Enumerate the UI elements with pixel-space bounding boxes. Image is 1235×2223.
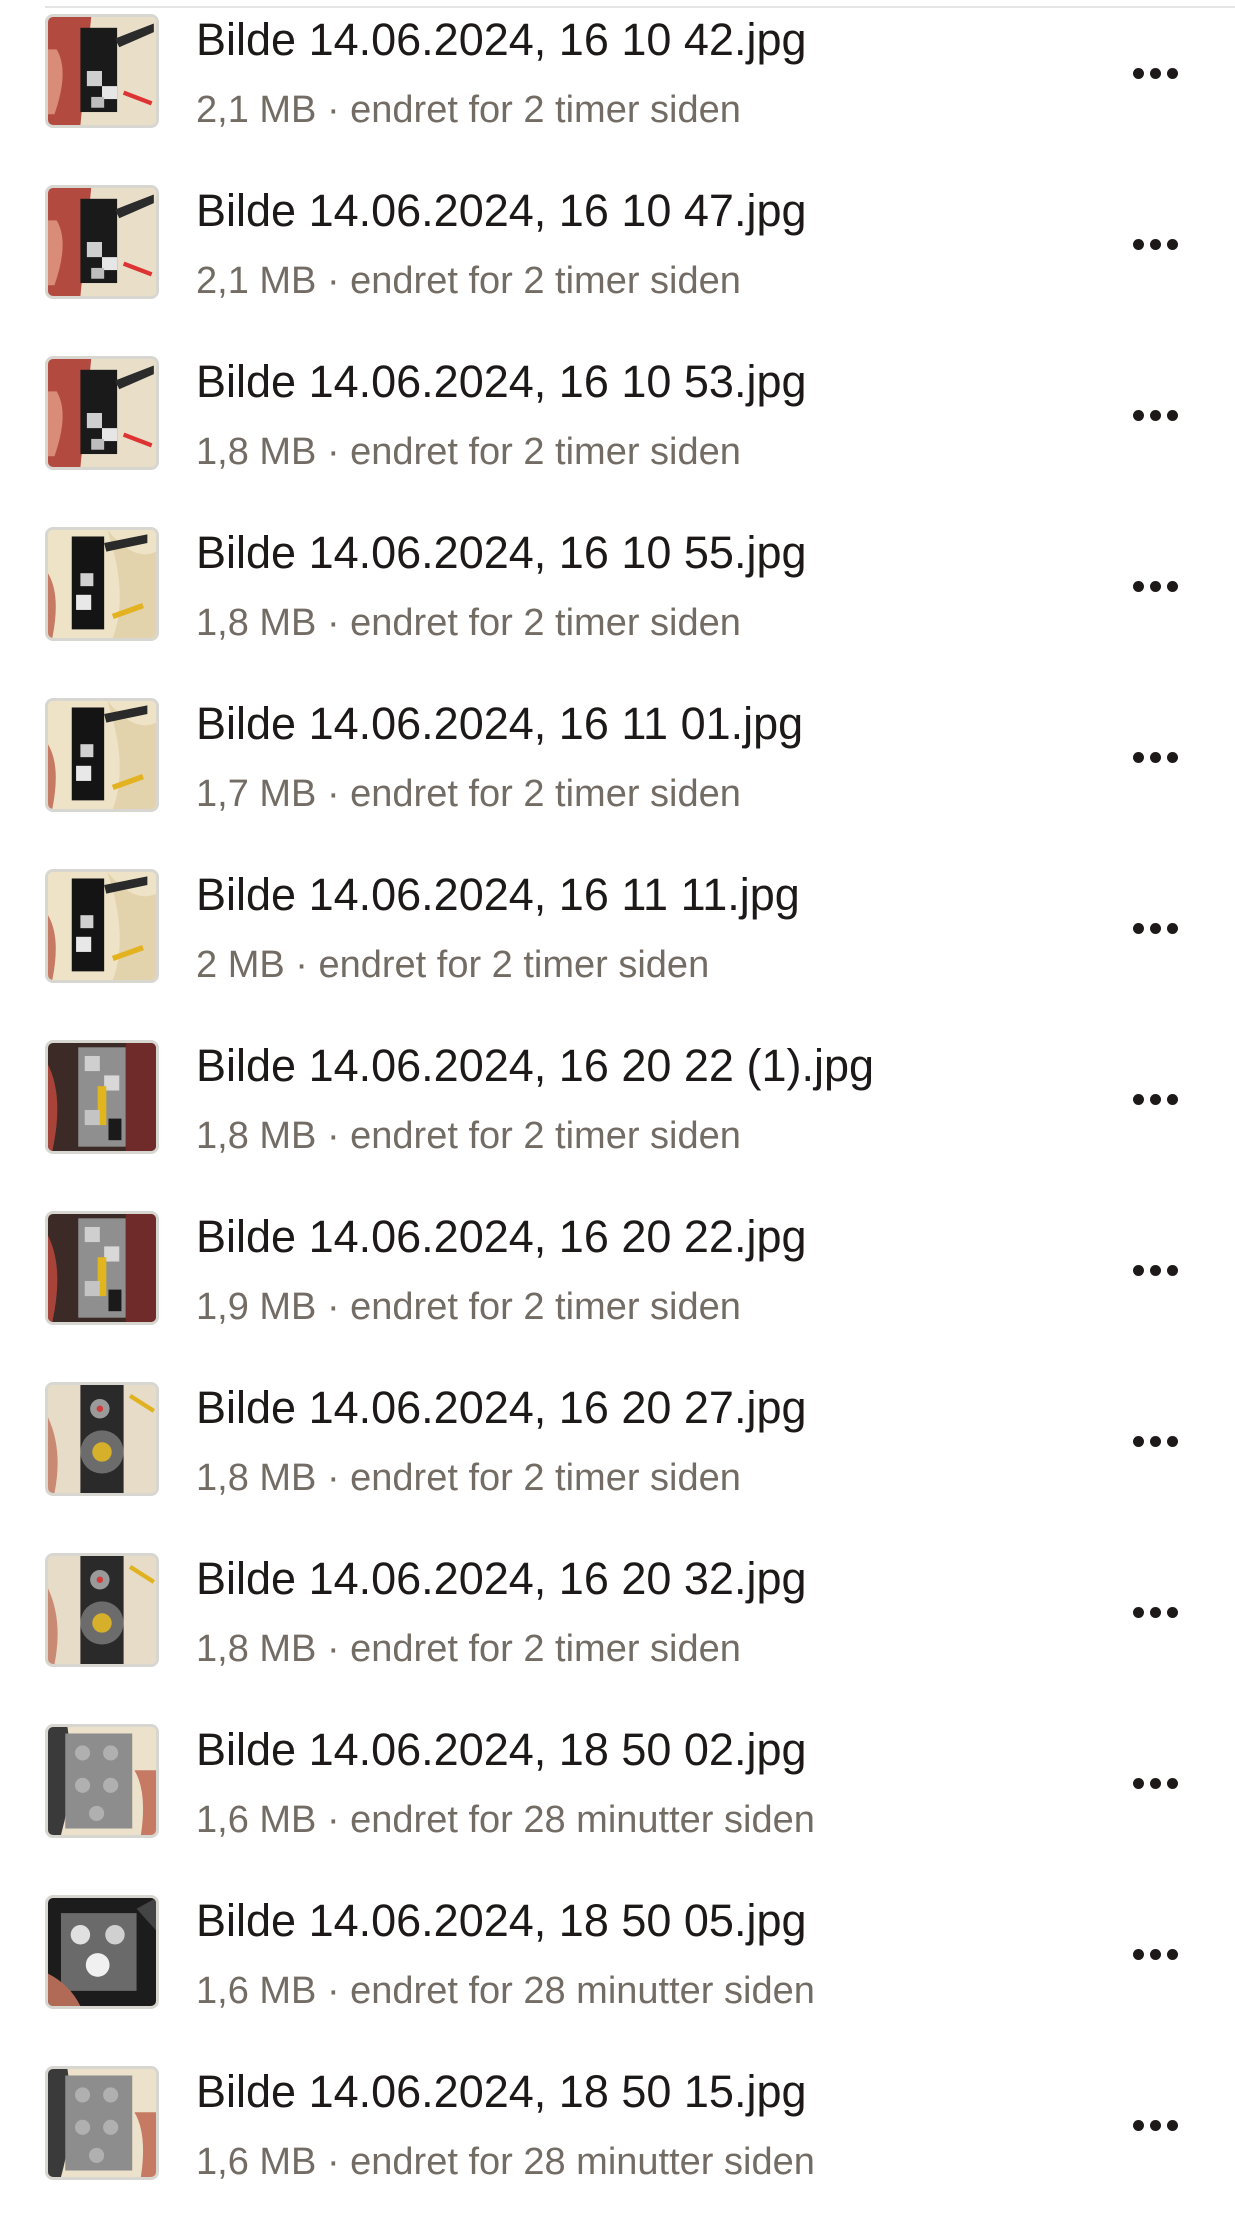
file-meta: 1,6 MB · endret for 28 minutter siden [196,1970,815,2012]
file-meta: 1,8 MB · endret for 2 timer siden [196,1457,741,1499]
file-name[interactable]: Bilde 14.06.2024, 16 20 22.jpg [196,1209,807,1265]
file-thumbnail[interactable] [45,14,159,128]
file-name[interactable]: Bilde 14.06.2024, 16 10 47.jpg [196,183,807,239]
file-row[interactable]: Bilde 14.06.2024, 16 10 53.jpg 1,8 MB · e… [0,342,1235,513]
file-row[interactable]: Bilde 14.06.2024, 16 10 42.jpg 2,1 MB · e… [0,0,1235,171]
more-options-button[interactable] [1115,211,1195,277]
file-row[interactable]: Bilde 14.06.2024, 18 50 02.jpg 1,6 MB · e… [0,1710,1235,1881]
more-options-button[interactable] [1115,895,1195,961]
more-horizontal-icon [1132,1435,1178,1447]
file-thumbnail[interactable] [45,1211,159,1325]
more-options-button[interactable] [1115,1921,1195,1987]
more-horizontal-icon [1132,922,1178,934]
file-name[interactable]: Bilde 14.06.2024, 18 50 02.jpg [196,1722,807,1778]
file-thumbnail[interactable] [45,1895,159,2009]
more-options-button[interactable] [1115,382,1195,448]
file-row[interactable]: Bilde 14.06.2024, 16 20 32.jpg 1,8 MB · e… [0,1539,1235,1710]
file-name[interactable]: Bilde 14.06.2024, 16 10 42.jpg [196,12,807,68]
more-horizontal-icon [1132,1948,1178,1960]
file-thumbnail[interactable] [45,185,159,299]
file-name[interactable]: Bilde 14.06.2024, 16 20 27.jpg [196,1380,807,1436]
more-horizontal-icon [1132,1264,1178,1276]
file-meta: 2 MB · endret for 2 timer siden [196,944,710,986]
file-thumbnail[interactable] [45,698,159,812]
file-thumbnail[interactable] [45,356,159,470]
file-thumbnail[interactable] [45,527,159,641]
file-meta: 2,1 MB · endret for 2 timer siden [196,260,741,302]
file-row[interactable]: Bilde 14.06.2024, 16 11 01.jpg 1,7 MB · e… [0,684,1235,855]
file-thumbnail[interactable] [45,869,159,983]
more-options-button[interactable] [1115,1579,1195,1645]
file-name[interactable]: Bilde 14.06.2024, 16 11 01.jpg [196,696,803,752]
file-row[interactable]: Bilde 14.06.2024, 16 10 47.jpg 2,1 MB · e… [0,171,1235,342]
file-row[interactable]: Bilde 14.06.2024, 16 10 55.jpg 1,8 MB · e… [0,513,1235,684]
more-options-button[interactable] [1115,40,1195,106]
more-horizontal-icon [1132,1606,1178,1618]
more-options-button[interactable] [1115,1237,1195,1303]
file-thumbnail[interactable] [45,1724,159,1838]
more-horizontal-icon [1132,409,1178,421]
file-meta: 1,9 MB · endret for 2 timer siden [196,1286,741,1328]
file-row[interactable]: Bilde 14.06.2024, 16 20 27.jpg 1,8 MB · e… [0,1368,1235,1539]
more-options-button[interactable] [1115,2092,1195,2158]
file-thumbnail[interactable] [45,1382,159,1496]
more-horizontal-icon [1132,1093,1178,1105]
more-options-button[interactable] [1115,724,1195,790]
file-meta: 1,7 MB · endret for 2 timer siden [196,773,741,815]
more-options-button[interactable] [1115,553,1195,619]
file-name[interactable]: Bilde 14.06.2024, 16 20 22 (1).jpg [196,1038,874,1094]
file-name[interactable]: Bilde 14.06.2024, 16 10 53.jpg [196,354,807,410]
more-horizontal-icon [1132,751,1178,763]
file-row[interactable]: Bilde 14.06.2024, 16 11 11.jpg 2 MB · end… [0,855,1235,1026]
more-options-button[interactable] [1115,1066,1195,1132]
file-meta: 2,1 MB · endret for 2 timer siden [196,89,741,131]
file-meta: 1,8 MB · endret for 2 timer siden [196,1115,741,1157]
file-row[interactable]: Bilde 14.06.2024, 18 50 05.jpg 1,6 MB · e… [0,1881,1235,2052]
file-name[interactable]: Bilde 14.06.2024, 18 50 05.jpg [196,1893,807,1949]
file-row[interactable]: Bilde 14.06.2024, 16 20 22.jpg 1,9 MB · e… [0,1197,1235,1368]
more-options-button[interactable] [1115,1750,1195,1816]
more-horizontal-icon [1132,1777,1178,1789]
file-row[interactable]: Bilde 14.06.2024, 18 50 15.jpg 1,6 MB · e… [0,2052,1235,2223]
more-horizontal-icon [1132,67,1178,79]
file-name[interactable]: Bilde 14.06.2024, 16 11 11.jpg [196,867,800,923]
file-name[interactable]: Bilde 14.06.2024, 16 20 32.jpg [196,1551,807,1607]
file-meta: 1,8 MB · endret for 2 timer siden [196,602,741,644]
file-meta: 1,8 MB · endret for 2 timer siden [196,1628,741,1670]
file-meta: 1,6 MB · endret for 28 minutter siden [196,2141,815,2183]
file-thumbnail[interactable] [45,1553,159,1667]
more-options-button[interactable] [1115,1408,1195,1474]
file-row[interactable]: Bilde 14.06.2024, 16 20 22 (1).jpg 1,8 MB… [0,1026,1235,1197]
file-name[interactable]: Bilde 14.06.2024, 18 50 15.jpg [196,2064,807,2120]
file-name[interactable]: Bilde 14.06.2024, 16 10 55.jpg [196,525,807,581]
file-meta: 1,6 MB · endret for 28 minutter siden [196,1799,815,1841]
more-horizontal-icon [1132,580,1178,592]
file-thumbnail[interactable] [45,2066,159,2180]
more-horizontal-icon [1132,238,1178,250]
file-thumbnail[interactable] [45,1040,159,1154]
file-meta: 1,8 MB · endret for 2 timer siden [196,431,741,473]
more-horizontal-icon [1132,2119,1178,2131]
